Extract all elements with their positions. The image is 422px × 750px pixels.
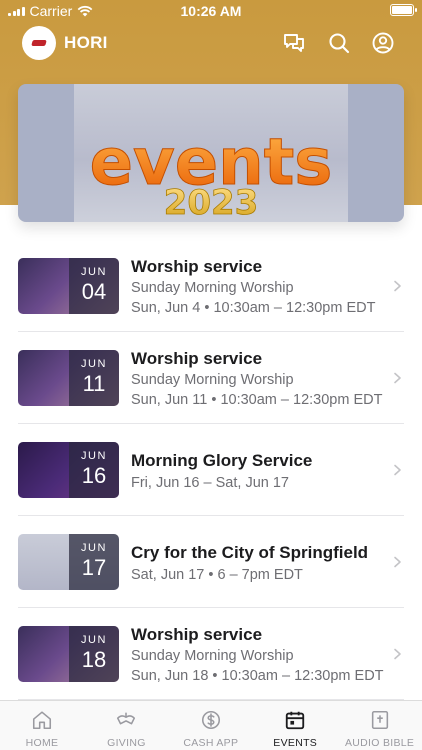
event-day: 16 bbox=[81, 463, 107, 488]
giving-icon bbox=[117, 712, 136, 725]
tab-label: EVENTS bbox=[273, 737, 318, 749]
event-subtitle: Sunday Morning Worship bbox=[131, 280, 294, 296]
event-subtitle: Fri, Jun 16 – Sat, Jun 17 bbox=[131, 475, 289, 491]
event-title: Worship service bbox=[131, 349, 263, 368]
chat-icon[interactable] bbox=[282, 31, 306, 55]
tab-giving[interactable]: GIVING bbox=[84, 701, 168, 750]
chevron-right-icon bbox=[394, 372, 401, 384]
event-month: JUN bbox=[81, 266, 107, 278]
event-row[interactable]: JUN 16 Morning Glory Service Fri, Jun 16 – … bbox=[0, 424, 422, 516]
tab-label: HOME bbox=[25, 737, 59, 749]
chevron-right-icon bbox=[394, 464, 401, 476]
tab-audio-bible[interactable]: AUDIO BIBLE bbox=[338, 701, 422, 750]
signal-icon bbox=[8, 6, 25, 16]
app-logo[interactable] bbox=[22, 26, 56, 60]
event-thumbnail: JUN 04 bbox=[18, 258, 119, 314]
event-thumbnail: JUN 16 bbox=[18, 442, 119, 498]
calendar-icon bbox=[286, 711, 305, 730]
chevron-right-icon bbox=[394, 556, 401, 568]
tab-label: AUDIO BIBLE bbox=[344, 737, 415, 749]
event-thumbnail: JUN 11 bbox=[18, 350, 119, 406]
event-subtitle: Sunday Morning Worship bbox=[131, 648, 294, 664]
event-time: Sun, Jun 18 • 10:30am – 12:30pm EDT bbox=[131, 668, 384, 684]
app-title: HORI bbox=[64, 33, 108, 52]
event-title: Morning Glory Service bbox=[131, 451, 313, 470]
account-icon[interactable] bbox=[371, 31, 395, 55]
event-date-badge: JUN 17 bbox=[69, 534, 119, 590]
chevron-right-icon bbox=[394, 648, 401, 660]
event-row[interactable]: JUN 17 Cry for the City of Springfield Sat,… bbox=[0, 516, 422, 608]
search-icon[interactable] bbox=[327, 31, 351, 55]
events-hero-banner[interactable]: events 2023 bbox=[18, 84, 404, 222]
event-subtitle: Sunday Morning Worship bbox=[131, 372, 294, 388]
app-header: HORI bbox=[0, 25, 422, 63]
event-time: Sun, Jun 11 • 10:30am – 12:30pm EDT bbox=[131, 392, 383, 408]
event-day: 11 bbox=[82, 371, 106, 396]
event-month: JUN bbox=[81, 542, 107, 554]
event-row[interactable]: JUN 11 Worship service Sunday Morning Worsh… bbox=[0, 332, 422, 424]
tab-cash-app[interactable]: CASH APP bbox=[169, 701, 253, 750]
battery-icon bbox=[390, 4, 417, 16]
chevron-right-icon bbox=[394, 280, 401, 292]
tab-events[interactable]: EVENTS bbox=[253, 701, 337, 750]
event-title: Worship service bbox=[131, 257, 263, 276]
event-subtitle: Sat, Jun 17 • 6 – 7pm EDT bbox=[131, 567, 303, 583]
carrier-label: Carrier bbox=[29, 3, 73, 19]
bible-icon bbox=[371, 710, 388, 730]
event-date-badge: JUN 18 bbox=[69, 626, 119, 682]
event-month: JUN bbox=[81, 358, 107, 370]
home-icon bbox=[32, 711, 52, 730]
tab-home[interactable]: HOME bbox=[0, 701, 84, 750]
event-month: JUN bbox=[81, 450, 107, 462]
event-title: Cry for the City of Springfield bbox=[131, 543, 369, 562]
event-day: 18 bbox=[81, 647, 107, 672]
hero-year: 2023 bbox=[164, 183, 259, 222]
status-bar: Carrier 10:26 AM bbox=[0, 0, 422, 22]
wifi-icon bbox=[77, 5, 93, 17]
event-date-badge: JUN 16 bbox=[69, 442, 119, 498]
event-title: Worship service bbox=[131, 625, 263, 644]
event-date-badge: JUN 11 bbox=[69, 350, 119, 406]
event-month: JUN bbox=[81, 634, 107, 646]
event-day: 17 bbox=[81, 555, 107, 580]
event-thumbnail: JUN 18 bbox=[18, 626, 119, 682]
event-row[interactable]: JUN 04 Worship service Sunday Morning Worsh… bbox=[0, 240, 422, 332]
event-row[interactable]: JUN 18 Worship service Sunday Morning Worsh… bbox=[0, 608, 422, 700]
event-thumbnail: JUN 17 bbox=[18, 534, 119, 590]
event-time: Sun, Jun 4 • 10:30am – 12:30pm EDT bbox=[131, 300, 376, 316]
hero-graphic: events 2023 bbox=[89, 126, 333, 223]
event-day: 04 bbox=[81, 279, 107, 304]
cash-app-icon bbox=[201, 710, 220, 730]
tab-label: CASH APP bbox=[183, 737, 239, 749]
tab-label: GIVING bbox=[107, 737, 146, 749]
event-date-badge: JUN 04 bbox=[69, 258, 119, 314]
status-left: Carrier bbox=[8, 3, 93, 19]
tab-bar: HOME GIVING CASH APP EVENTS AUDIO BIBLE bbox=[0, 700, 422, 750]
